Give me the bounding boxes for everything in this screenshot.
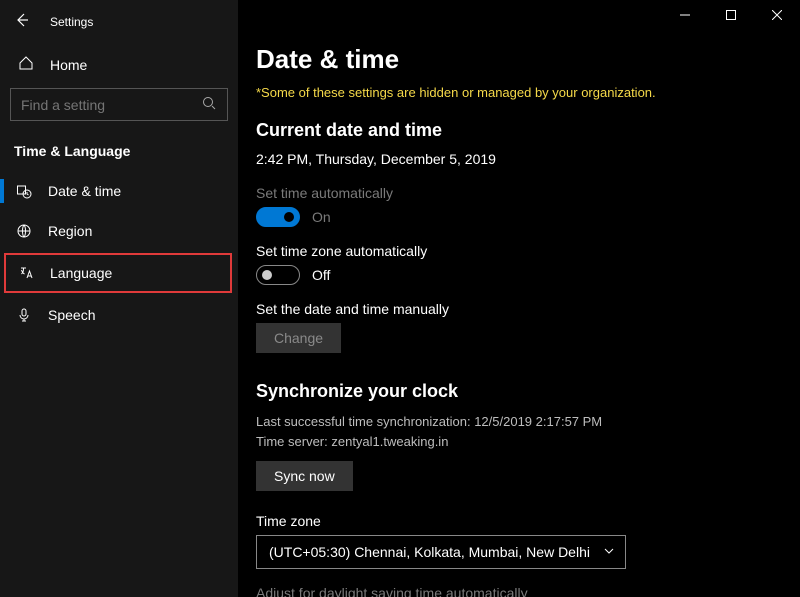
titlebar-left: Settings	[0, 6, 238, 45]
set-tz-auto-label: Set time zone automatically	[256, 243, 782, 259]
main-panel: Date & time *Some of these settings are …	[238, 0, 800, 597]
close-icon	[772, 10, 782, 20]
set-tz-auto-state: Off	[312, 267, 330, 283]
change-button: Change	[256, 323, 341, 353]
set-time-auto-label: Set time automatically	[256, 185, 782, 201]
set-manual-label: Set the date and time manually	[256, 301, 782, 317]
clock-date-icon	[16, 183, 32, 199]
set-time-auto-state: On	[312, 209, 331, 225]
sync-info: Last successful time synchronization: 12…	[256, 412, 782, 451]
sidebar-item-label: Date & time	[48, 183, 121, 199]
sidebar: Settings Home Time & Language Date & tim…	[0, 0, 238, 597]
sidebar-category: Time & Language	[0, 131, 238, 171]
sidebar-home[interactable]: Home	[0, 45, 238, 84]
sync-now-button[interactable]: Sync now	[256, 461, 353, 491]
window-controls	[662, 0, 800, 30]
language-icon	[18, 265, 34, 281]
set-tz-auto-toggle[interactable]	[256, 265, 300, 285]
set-time-auto-toggle	[256, 207, 300, 227]
search-box[interactable]	[10, 88, 228, 121]
sidebar-item-language[interactable]: Language	[4, 253, 232, 293]
minimize-icon	[680, 10, 690, 20]
org-warning: *Some of these settings are hidden or ma…	[256, 85, 782, 100]
sidebar-item-region[interactable]: Region	[0, 211, 238, 251]
current-date-time-heading: Current date and time	[256, 120, 782, 141]
sync-heading: Synchronize your clock	[256, 381, 782, 402]
microphone-icon	[16, 307, 32, 323]
globe-icon	[16, 223, 32, 239]
back-arrow-icon	[14, 12, 30, 28]
set-tz-auto-toggle-row: Off	[256, 265, 782, 285]
sidebar-item-label: Speech	[48, 307, 95, 323]
maximize-icon	[726, 10, 736, 20]
home-icon	[18, 55, 34, 74]
search-input[interactable]	[21, 97, 181, 113]
timezone-label: Time zone	[256, 513, 782, 529]
window-title: Settings	[50, 15, 93, 29]
content-area: Date & time *Some of these settings are …	[238, 0, 800, 597]
timezone-value: (UTC+05:30) Chennai, Kolkata, Mumbai, Ne…	[269, 544, 590, 560]
sidebar-item-date-time[interactable]: Date & time	[0, 171, 238, 211]
search-wrap	[0, 84, 238, 131]
minimize-button[interactable]	[662, 0, 708, 30]
timezone-select[interactable]: (UTC+05:30) Chennai, Kolkata, Mumbai, Ne…	[256, 535, 626, 569]
dst-label: Adjust for daylight saving time automati…	[256, 585, 782, 597]
maximize-button[interactable]	[708, 0, 754, 30]
search-icon	[201, 95, 217, 114]
current-date-time-value: 2:42 PM, Thursday, December 5, 2019	[256, 151, 782, 167]
sync-server: Time server: zentyal1.tweaking.in	[256, 432, 782, 452]
close-button[interactable]	[754, 0, 800, 30]
sidebar-item-label: Region	[48, 223, 92, 239]
chevron-down-icon	[603, 544, 615, 560]
page-title: Date & time	[256, 44, 782, 75]
sync-last: Last successful time synchronization: 12…	[256, 412, 782, 432]
back-button[interactable]	[14, 12, 30, 31]
sidebar-home-label: Home	[50, 57, 87, 73]
set-time-auto-toggle-row: On	[256, 207, 782, 227]
sidebar-item-label: Language	[50, 265, 112, 281]
sidebar-item-speech[interactable]: Speech	[0, 295, 238, 335]
